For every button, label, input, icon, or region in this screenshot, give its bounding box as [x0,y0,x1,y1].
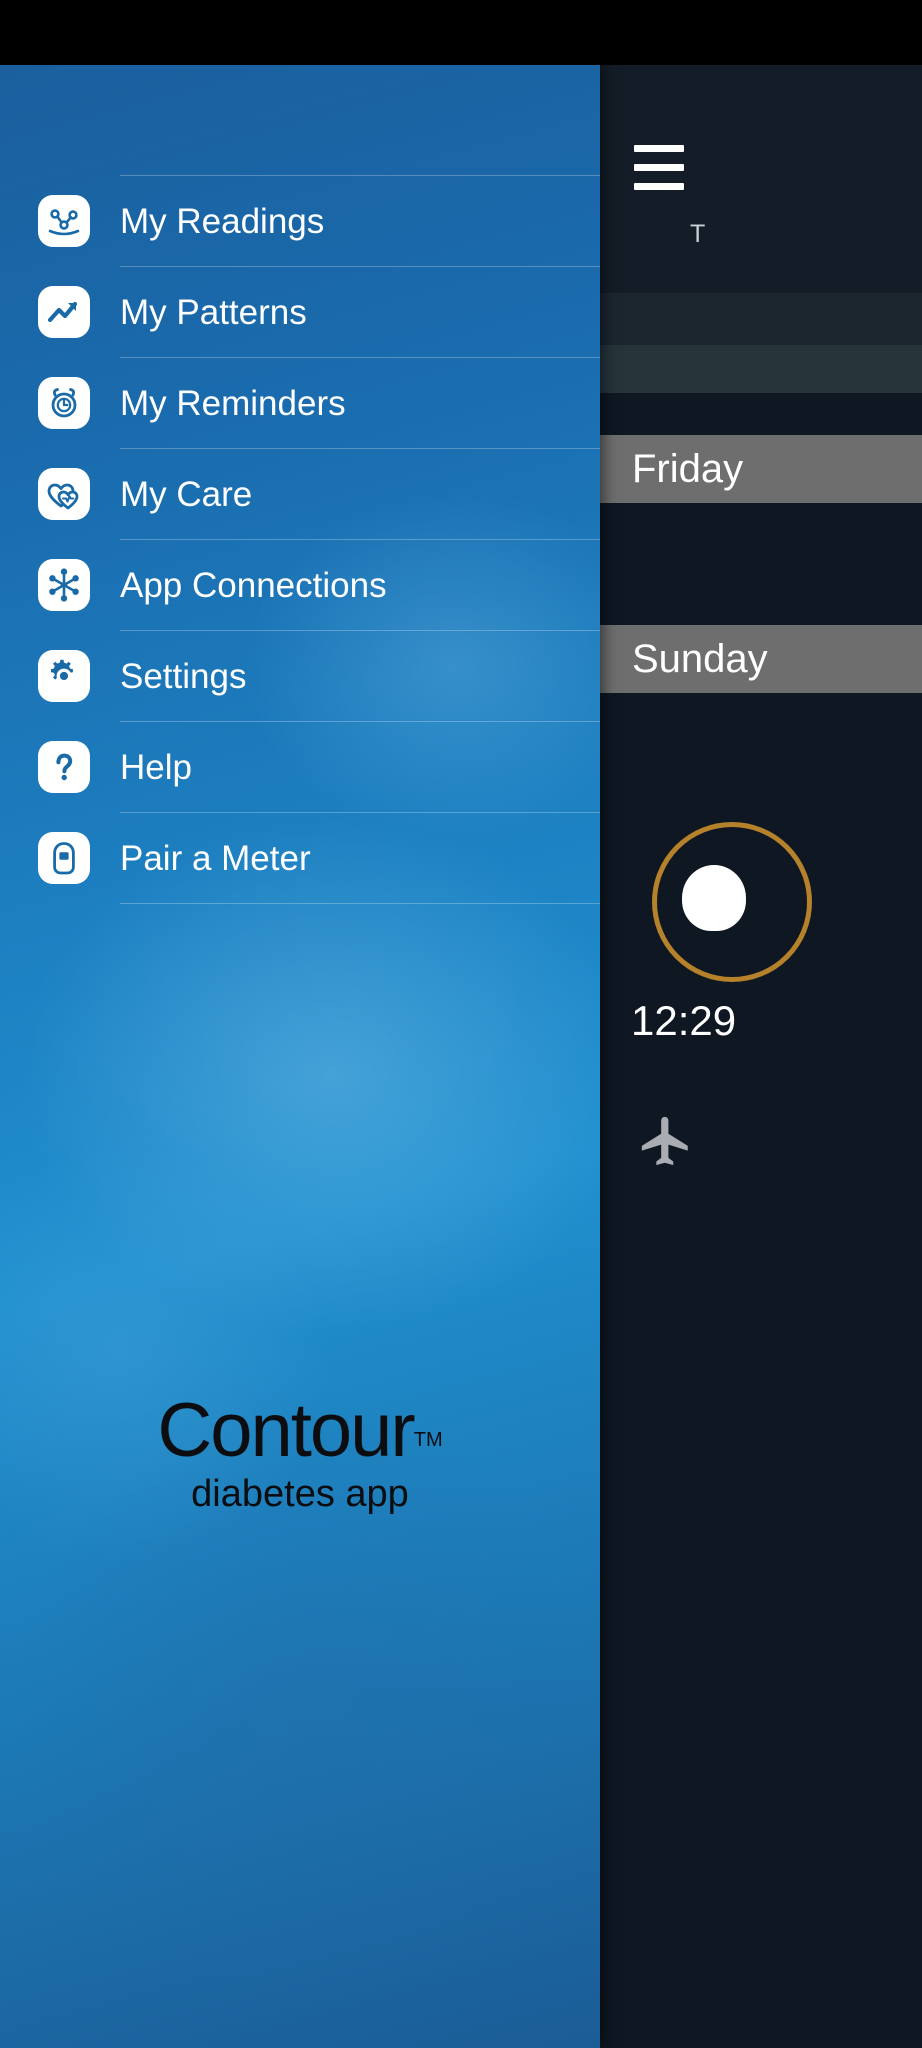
status-bar [0,0,922,65]
question-mark-icon [38,741,90,793]
brand-logo: ContourTM diabetes app [0,1393,600,1516]
sidebar-item-my-patterns[interactable]: My Patterns [0,267,600,358]
hearts-icon [38,468,90,520]
alarm-clock-icon [38,377,90,429]
hamburger-bar [634,183,684,190]
sidebar-item-label: My Care [120,475,253,514]
menu-divider [120,903,600,904]
sidebar-item-pair-a-meter[interactable]: Pair a Meter [0,813,600,904]
navigation-drawer: My Readings My Patterns My Reminders My … [0,65,600,2048]
hub-spoke-icon [38,559,90,611]
brand-tagline: diabetes app [191,1473,409,1516]
day-banner-sunday: Sunday [600,625,922,693]
phone-screen: T Friday Sunday 12:29 My Readings My Pat… [0,0,922,2048]
brand-name-text: Contour [157,1388,415,1473]
sidebar-item-label: Help [120,748,192,787]
trademark-symbol: TM [413,1429,443,1451]
brand-name: ContourTM [0,1393,600,1469]
sidebar-item-my-readings[interactable]: My Readings [0,176,600,267]
sidebar-item-settings[interactable]: Settings [0,631,600,722]
glucose-meter-icon [38,832,90,884]
airplane-mode-icon [641,1116,688,1166]
sidebar-item-my-reminders[interactable]: My Reminders [0,358,600,449]
sidebar-item-my-care[interactable]: My Care [0,449,600,540]
reading-marker [682,865,746,931]
hamburger-bar [634,164,684,171]
sidebar-item-label: My Reminders [120,384,346,423]
sidebar-item-label: Settings [120,657,247,696]
patterns-trend-icon [38,286,90,338]
sidebar-item-label: Pair a Meter [120,839,311,878]
gear-icon [38,650,90,702]
readings-graph-icon [38,195,90,247]
sidebar-item-help[interactable]: Help [0,722,600,813]
app-topbar-title: T [690,220,706,248]
hamburger-menu-icon[interactable] [634,145,684,190]
day-banner-friday: Friday [600,435,922,503]
sidebar-item-label: App Connections [120,566,387,605]
hamburger-bar [634,145,684,152]
reading-time: 12:29 [631,997,737,1044]
sidebar-item-app-connections[interactable]: App Connections [0,540,600,631]
sidebar-item-label: My Patterns [120,293,307,332]
sidebar-item-label: My Readings [120,202,325,241]
